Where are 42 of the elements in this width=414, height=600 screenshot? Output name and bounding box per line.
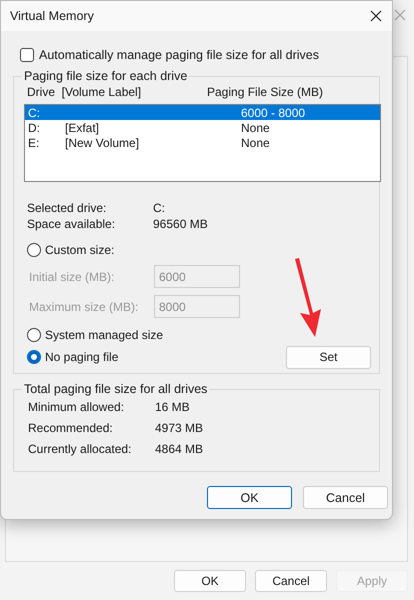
group-title: Total paging file size for all drives xyxy=(23,382,208,396)
radio-button[interactable] xyxy=(27,243,41,257)
dialog-button[interactable]: Cancel xyxy=(255,570,327,592)
list-row[interactable]: D: [Exfat] None xyxy=(25,120,380,135)
set-button[interactable]: Set xyxy=(286,346,371,368)
info-label: Minimum allowed: xyxy=(28,400,126,414)
drive-letter: E: xyxy=(28,136,40,150)
radio-label: No paging file xyxy=(45,350,118,364)
dialog-button[interactable]: OK xyxy=(174,570,246,592)
info-label: Currently allocated: xyxy=(28,442,132,456)
list-row[interactable]: C: 6000 - 8000 xyxy=(25,105,380,120)
paging-size: None xyxy=(241,120,270,134)
column-header: Drive [Volume Label] xyxy=(27,85,142,99)
column-header: Paging File Size (MB) xyxy=(207,85,324,99)
drive-letter: D: xyxy=(28,120,41,134)
radio-label: Custom size: xyxy=(45,243,114,257)
checkbox-label: Automatically manage paging file size for all drives xyxy=(39,48,319,62)
field-label: Maximum size (MB): xyxy=(29,300,140,314)
info-value: 16 MB xyxy=(155,400,190,414)
radio-label: System managed size xyxy=(45,328,164,342)
dialog-button[interactable]: OK xyxy=(207,486,292,509)
radio-button[interactable] xyxy=(27,350,41,364)
info-value: 4864 MB xyxy=(155,442,204,456)
dialog-button[interactable]: Cancel xyxy=(303,486,388,509)
info-label: Space available: xyxy=(27,217,116,231)
drive-letter: C: xyxy=(28,106,41,120)
info-label: Recommended: xyxy=(28,420,114,434)
close-icon[interactable] xyxy=(370,10,382,22)
info-value: 96560 MB xyxy=(153,217,208,231)
radio-button[interactable] xyxy=(27,328,41,342)
paging-size: 6000 - 8000 xyxy=(241,106,306,120)
group-title: Paging file size for each drive xyxy=(23,69,188,83)
window-title: Virtual Memory xyxy=(10,9,94,23)
field-label: Initial size (MB): xyxy=(29,270,116,284)
paging-size: None xyxy=(241,136,270,150)
info-label: Selected drive: xyxy=(27,201,108,215)
volume-label: [New Volume] xyxy=(65,136,140,150)
info-value: C: xyxy=(153,201,165,215)
list-row[interactable]: E: [New Volume] None xyxy=(25,135,380,150)
info-value: 4973 MB xyxy=(155,420,204,434)
volume-label: [Exfat] xyxy=(65,120,100,134)
checkbox[interactable] xyxy=(20,48,34,62)
